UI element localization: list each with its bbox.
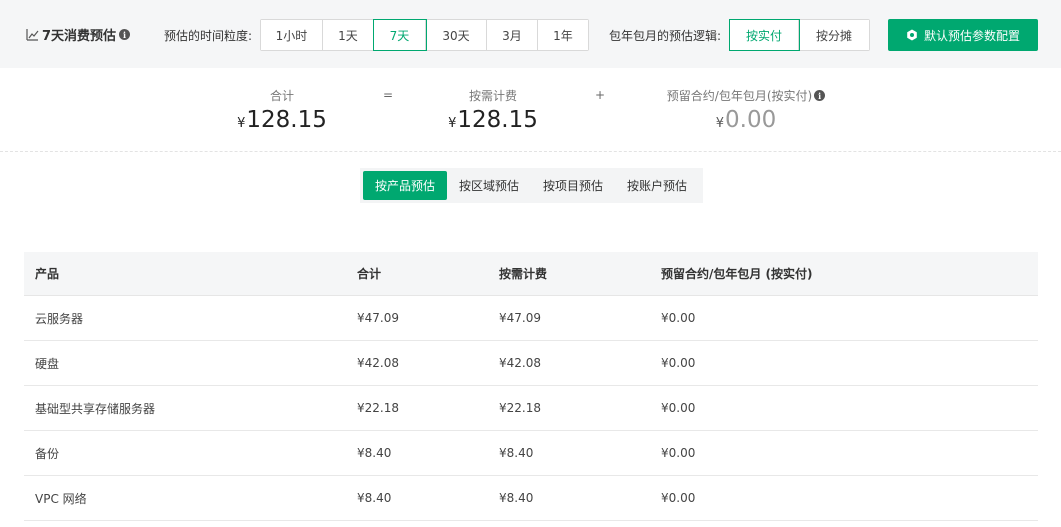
tab-by-region[interactable]: 按区域预估 bbox=[447, 171, 531, 200]
granularity-option-1h[interactable]: 1小时 bbox=[261, 20, 323, 50]
cell-product: VPC 网络 bbox=[35, 491, 87, 506]
equals-sign: = bbox=[383, 88, 394, 102]
summary-total-amount: 128.15 bbox=[246, 107, 327, 133]
cell-ondemand: ¥22.18 bbox=[499, 401, 541, 415]
table-row: VPC 网络 ¥8.40 ¥8.40 ¥0.00 bbox=[24, 476, 1038, 521]
column-header-reserved: 预留合约/包年包月 (按实付) bbox=[661, 267, 813, 281]
granularity-selector: 1小时 1天 7天 30天 3月 1年 bbox=[260, 19, 589, 51]
main-content: 按产品预估 按区域预估 按项目预估 按账户预估 产品 合计 按需计费 预留合约/… bbox=[0, 152, 1061, 527]
tab-by-account[interactable]: 按账户预估 bbox=[615, 171, 699, 200]
info-icon[interactable]: i bbox=[814, 90, 826, 101]
summary-total-value: ¥ 128.15 bbox=[232, 107, 332, 133]
cell-total: ¥8.40 bbox=[357, 446, 392, 460]
table-row: 基础型共享存储服务器 ¥22.18 ¥22.18 ¥0.00 bbox=[24, 386, 1038, 431]
granularity-option-1y[interactable]: 1年 bbox=[538, 20, 588, 50]
summary-reserved: 预留合约/包年包月(按实付) i ¥ 0.00 bbox=[656, 87, 836, 133]
summary-total: 合计 ¥ 128.15 bbox=[232, 87, 332, 133]
table-row: 备份 ¥8.40 ¥8.40 ¥0.00 bbox=[24, 431, 1038, 476]
cell-product: 备份 bbox=[35, 446, 60, 461]
logic-label: 包年包月的预估逻辑: bbox=[609, 29, 722, 43]
page-title-text: 7天消费预估 bbox=[42, 29, 117, 44]
plus-sign: + bbox=[595, 88, 606, 102]
logic-option-amortized[interactable]: 按分摊 bbox=[799, 20, 869, 50]
currency-symbol: ¥ bbox=[715, 116, 725, 131]
summary-ondemand-amount: 128.15 bbox=[457, 107, 538, 133]
column-header-total: 合计 bbox=[357, 267, 382, 281]
cell-reserved: ¥0.00 bbox=[661, 356, 696, 370]
granularity-label: 预估的时间粒度: bbox=[164, 29, 253, 43]
cell-reserved: ¥0.00 bbox=[661, 446, 696, 460]
cell-total: ¥8.40 bbox=[357, 491, 392, 505]
summary-ondemand-label: 按需计费 bbox=[468, 89, 517, 103]
table-row: 硬盘 ¥42.08 ¥42.08 ¥0.00 bbox=[24, 341, 1038, 386]
summary-reserved-amount: 0.00 bbox=[725, 107, 777, 133]
trend-chart-icon bbox=[26, 29, 39, 41]
summary-ondemand: 按需计费 ¥ 128.15 bbox=[443, 87, 543, 133]
settings-icon bbox=[907, 29, 917, 41]
granularity-option-30d[interactable]: 30天 bbox=[426, 20, 487, 50]
cell-ondemand: ¥47.09 bbox=[499, 311, 541, 325]
cell-total: ¥47.09 bbox=[357, 311, 399, 325]
default-config-label: 默认预估参数配置 bbox=[923, 28, 1020, 43]
table-row: 云服务器 ¥47.09 ¥47.09 ¥0.00 bbox=[24, 296, 1038, 341]
column-header-ondemand: 按需计费 bbox=[499, 267, 548, 281]
info-icon[interactable]: i bbox=[119, 29, 131, 40]
summary-panel: 合计 ¥ 128.15 = 按需计费 ¥ 128.15 + 预留合约/包年包月(… bbox=[0, 68, 1061, 152]
summary-total-label: 合计 bbox=[269, 89, 294, 103]
default-config-button[interactable]: 默认预估参数配置 bbox=[888, 19, 1038, 51]
cell-product: 硬盘 bbox=[35, 356, 60, 371]
cell-product: 基础型共享存储服务器 bbox=[35, 401, 156, 416]
granularity-option-3m[interactable]: 3月 bbox=[487, 20, 538, 50]
cell-reserved: ¥0.00 bbox=[661, 311, 696, 325]
granularity-option-7d[interactable]: 7天 bbox=[373, 19, 427, 51]
currency-symbol: ¥ bbox=[237, 116, 246, 131]
cell-reserved: ¥0.00 bbox=[661, 401, 696, 415]
top-toolbar: 7天消费预估 i 预估的时间粒度: 1小时 1天 7天 30天 3月 1年 包年… bbox=[0, 0, 1061, 68]
cell-ondemand: ¥8.40 bbox=[499, 446, 534, 460]
tab-by-product[interactable]: 按产品预估 bbox=[363, 171, 448, 200]
table-header: 产品 合计 按需计费 预留合约/包年包月 (按实付) bbox=[24, 252, 1038, 296]
currency-symbol: ¥ bbox=[448, 116, 457, 131]
cell-ondemand: ¥8.40 bbox=[499, 491, 534, 505]
estimate-tabs: 按产品预估 按区域预估 按项目预估 按账户预估 bbox=[360, 168, 703, 203]
page-title: 7天消费预估 i bbox=[26, 25, 131, 44]
column-header-product: 产品 bbox=[35, 267, 60, 281]
tab-by-project[interactable]: 按项目预估 bbox=[531, 171, 615, 200]
summary-reserved-value: ¥ 0.00 bbox=[656, 107, 836, 133]
logic-selector: 按实付 按分摊 bbox=[729, 19, 870, 51]
cell-product: 云服务器 bbox=[35, 311, 84, 326]
product-table: 产品 合计 按需计费 预留合约/包年包月 (按实付) 云服务器 ¥47.09 ¥… bbox=[24, 252, 1038, 521]
summary-ondemand-value: ¥ 128.15 bbox=[443, 107, 543, 133]
cell-reserved: ¥0.00 bbox=[661, 491, 696, 505]
summary-reserved-label: 预留合约/包年包月(按实付) i bbox=[656, 87, 836, 104]
granularity-option-1d[interactable]: 1天 bbox=[323, 20, 374, 50]
cell-total: ¥42.08 bbox=[357, 356, 399, 370]
cell-ondemand: ¥42.08 bbox=[499, 356, 541, 370]
logic-option-actual[interactable]: 按实付 bbox=[729, 19, 800, 51]
summary-reserved-label-text: 预留合约/包年包月(按实付) bbox=[666, 89, 813, 103]
cell-total: ¥22.18 bbox=[357, 401, 399, 415]
